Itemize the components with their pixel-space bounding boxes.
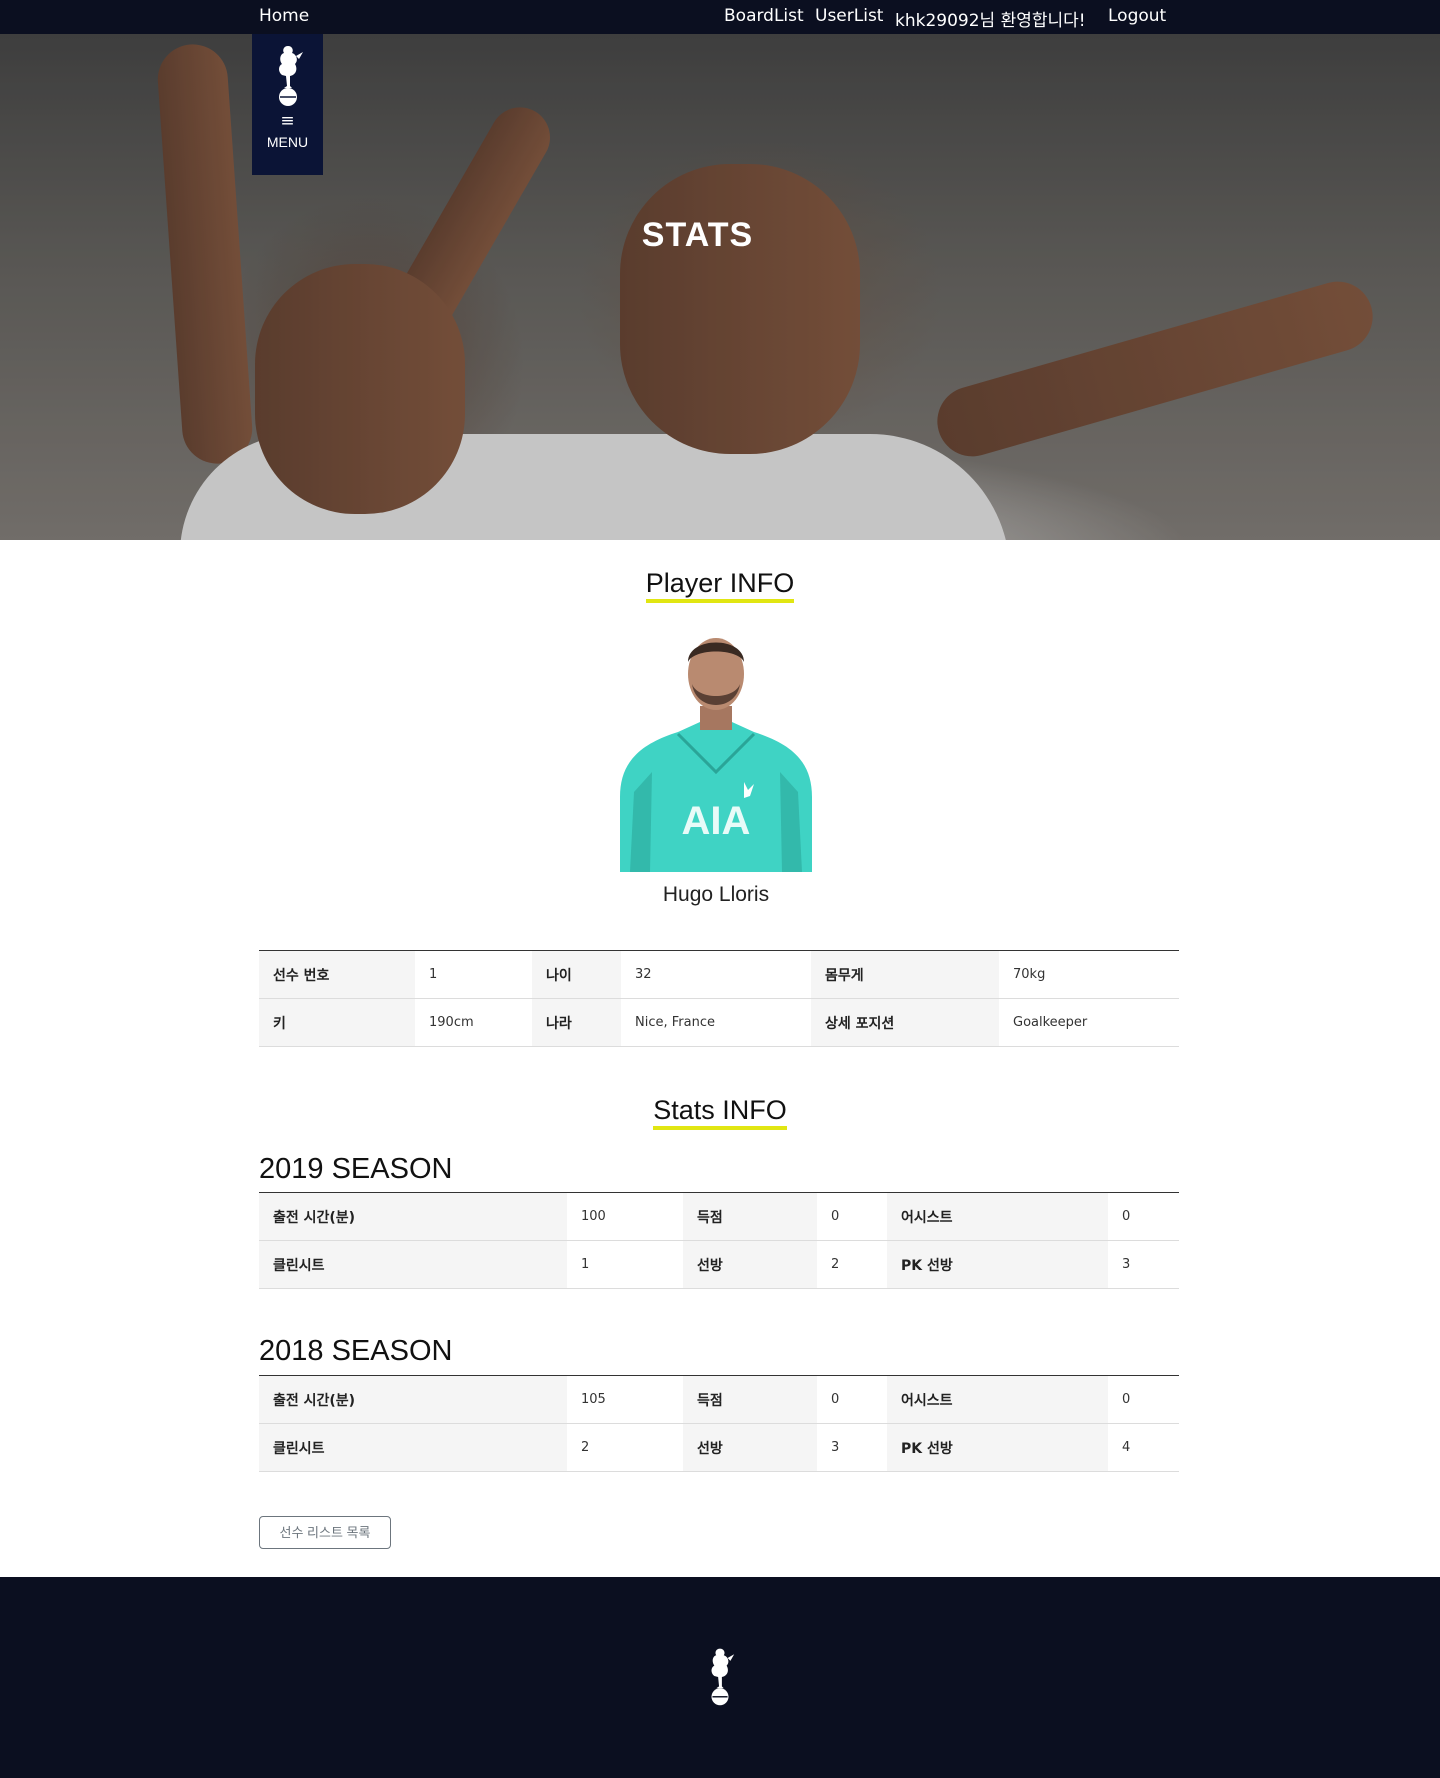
- table-header-cell: 상세 포지션: [811, 998, 999, 1047]
- table-value-cell: 4: [1108, 1423, 1179, 1472]
- table-value-cell: 2: [817, 1240, 887, 1289]
- table-value-cell: Nice, France: [621, 998, 811, 1047]
- stats-info-title: Stats INFO: [653, 1095, 787, 1130]
- table-value-cell: Goalkeeper: [999, 998, 1179, 1047]
- nav-userlist-link[interactable]: UserList: [815, 6, 883, 26]
- hero-banner: STATS: [0, 34, 1440, 540]
- table-row: 출전 시간(분) 100 득점 0 어시스트 0: [259, 1192, 1179, 1241]
- top-navbar: Home BoardList UserList khk29092님 환영합니다!…: [0, 0, 1440, 34]
- season-title: 2019 SEASON: [259, 1153, 453, 1185]
- season-title: 2018 SEASON: [259, 1335, 453, 1367]
- table-header-cell: 득점: [683, 1192, 817, 1241]
- player-photo: AIA: [620, 622, 812, 872]
- player-info-heading: Player INFO: [0, 568, 1440, 603]
- table-value-cell: 3: [817, 1423, 887, 1472]
- nav-boardlist-link[interactable]: BoardList: [724, 6, 804, 26]
- table-header-cell: 어시스트: [887, 1375, 1108, 1424]
- table-header-cell: 득점: [683, 1375, 817, 1424]
- table-value-cell: 100: [567, 1192, 683, 1241]
- table-value-cell: 32: [621, 950, 811, 999]
- cockerel-crest-icon: [278, 46, 303, 106]
- table-header-cell: 선방: [683, 1423, 817, 1472]
- table-value-cell: 190cm: [415, 998, 532, 1047]
- table-row: 출전 시간(분) 105 득점 0 어시스트 0: [259, 1375, 1179, 1424]
- player-list-button[interactable]: 선수 리스트 목록: [259, 1516, 391, 1549]
- player-photo-image: AIA: [620, 622, 812, 872]
- table-value-cell: 70kg: [999, 950, 1179, 999]
- footer: [0, 1577, 1440, 1778]
- table-value-cell: 0: [817, 1192, 887, 1241]
- table-header-cell: 선방: [683, 1240, 817, 1289]
- table-header-cell: PK 선방: [887, 1240, 1108, 1289]
- table-value-cell: 3: [1108, 1240, 1179, 1289]
- table-header-cell: 키: [259, 998, 415, 1047]
- nav-home-link[interactable]: Home: [259, 6, 309, 26]
- table-row: 클린시트 2 선방 3 PK 선방 4: [259, 1423, 1179, 1472]
- table-value-cell: 0: [1108, 1192, 1179, 1241]
- table-header-cell: PK 선방: [887, 1423, 1108, 1472]
- table-header-cell: 몸무게: [811, 950, 999, 999]
- table-header-cell: 클린시트: [259, 1423, 567, 1472]
- table-header-cell: 나이: [532, 950, 621, 999]
- table-value-cell: 1: [567, 1240, 683, 1289]
- table-header-cell: 클린시트: [259, 1240, 567, 1289]
- table-row: 클린시트 1 선방 2 PK 선방 3: [259, 1240, 1179, 1289]
- menu-label: MENU: [266, 134, 309, 150]
- cockerel-crest-icon: [711, 1648, 735, 1706]
- hero-overlay: [0, 34, 1440, 540]
- nav-welcome-text: khk29092님 환영합니다!: [895, 11, 1086, 31]
- player-info-title: Player INFO: [645, 568, 795, 603]
- hero-title: STATS: [641, 216, 754, 254]
- table-header-cell: 출전 시간(분): [259, 1375, 567, 1424]
- hamburger-icon: ≡: [280, 111, 295, 131]
- season-stats-table: 출전 시간(분) 105 득점 0 어시스트 0 클린시트 2 선방 3 PK …: [259, 1375, 1179, 1472]
- table-header-cell: 출전 시간(분): [259, 1192, 567, 1241]
- table-header-cell: 어시스트: [887, 1192, 1108, 1241]
- stats-info-heading: Stats INFO: [0, 1095, 1440, 1130]
- table-value-cell: 0: [817, 1375, 887, 1424]
- table-row: 키 190cm 나라 Nice, France 상세 포지션 Goalkeepe…: [259, 998, 1179, 1047]
- table-header-cell: 선수 번호: [259, 950, 415, 999]
- nav-logout-link[interactable]: Logout: [1108, 6, 1166, 26]
- player-name: Hugo Lloris: [662, 883, 770, 906]
- table-value-cell: 2: [567, 1423, 683, 1472]
- table-header-cell: 나라: [532, 998, 621, 1047]
- table-row: 선수 번호 1 나이 32 몸무게 70kg: [259, 950, 1179, 999]
- shirt-sponsor-text: AIA: [682, 799, 751, 843]
- table-value-cell: 0: [1108, 1375, 1179, 1424]
- table-value-cell: 1: [415, 950, 532, 999]
- menu-button[interactable]: ≡ MENU: [252, 34, 323, 175]
- player-info-table: 선수 번호 1 나이 32 몸무게 70kg 키 190cm 나라 Nice, …: [259, 950, 1179, 1047]
- table-value-cell: 105: [567, 1375, 683, 1424]
- season-stats-table: 출전 시간(분) 100 득점 0 어시스트 0 클린시트 1 선방 2 PK …: [259, 1192, 1179, 1289]
